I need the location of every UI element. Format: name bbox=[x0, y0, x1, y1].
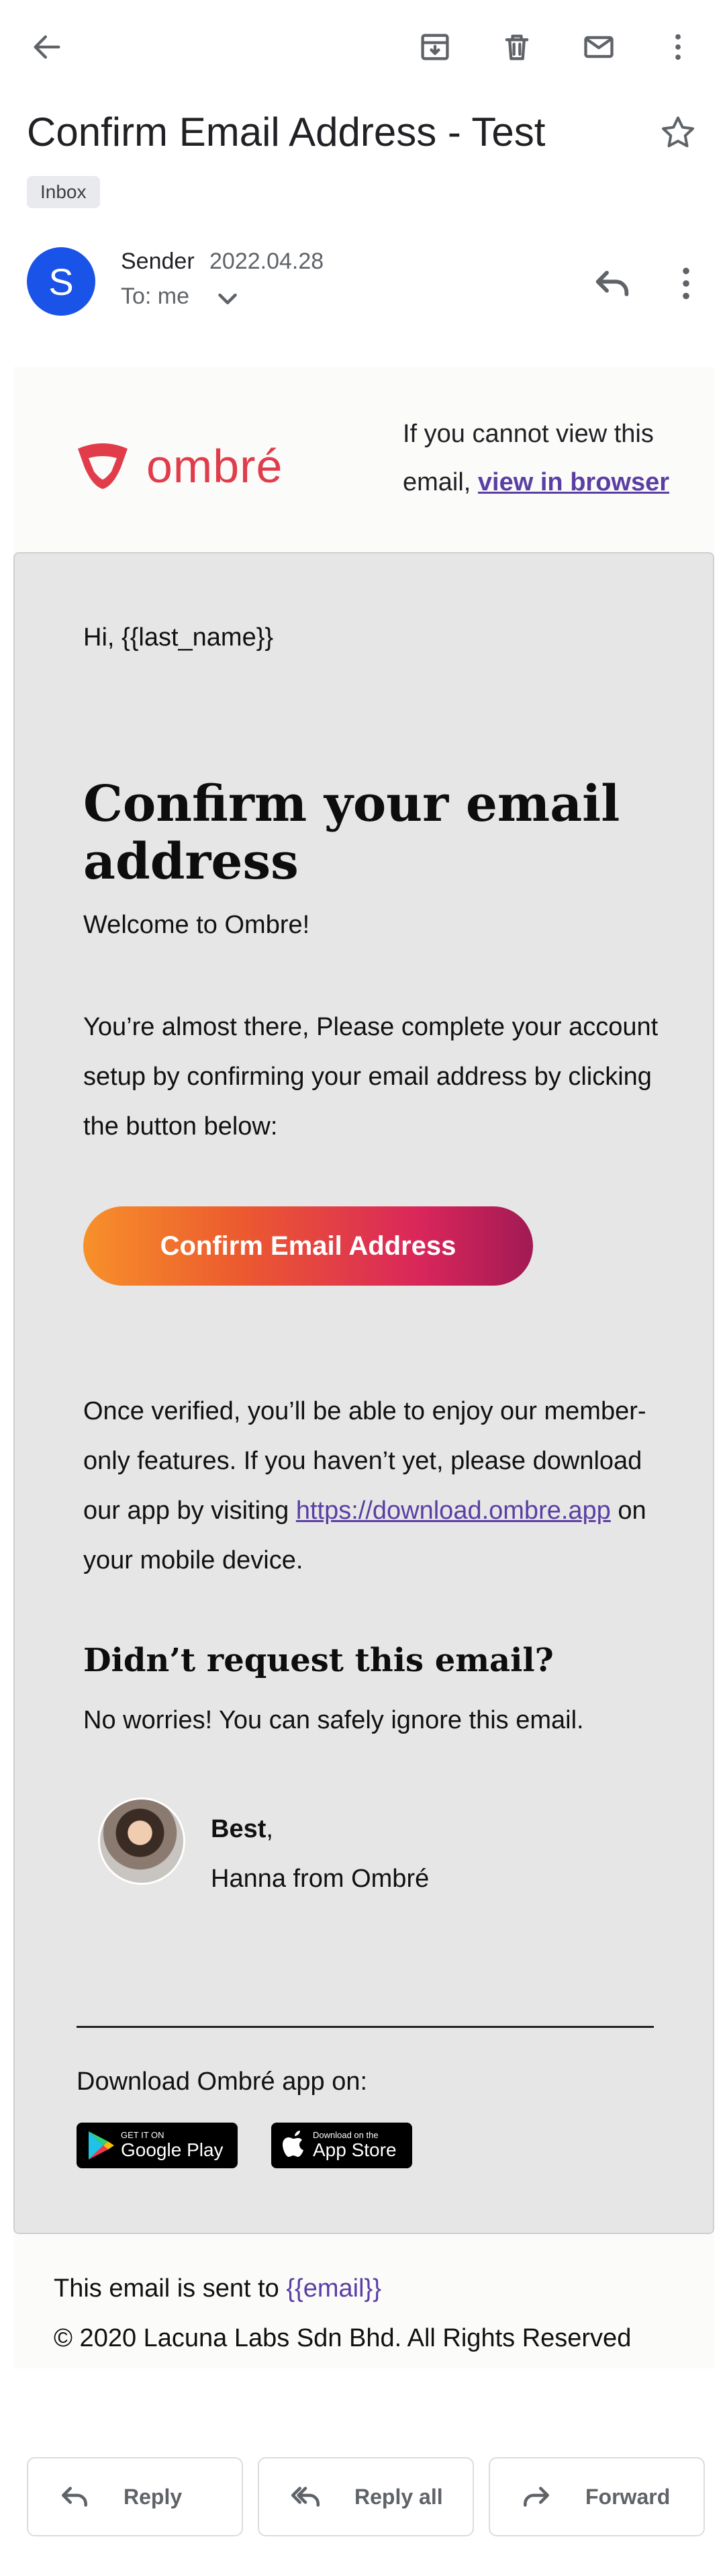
email-body: ombré If you cannot view this email, vie… bbox=[13, 367, 714, 2368]
apple-icon bbox=[283, 2131, 303, 2157]
more-vert-icon[interactable] bbox=[652, 21, 704, 73]
sender-avatar[interactable]: S bbox=[27, 247, 95, 316]
more-vert-icon[interactable] bbox=[665, 262, 708, 305]
trash-icon[interactable] bbox=[491, 21, 542, 73]
google-play-icon bbox=[89, 2131, 114, 2160]
reply-all-label: Reply all bbox=[354, 2484, 443, 2509]
star-icon[interactable] bbox=[658, 113, 698, 153]
welcome-text: Welcome to Ombre! bbox=[83, 911, 310, 939]
reply-button[interactable]: Reply bbox=[27, 2457, 243, 2536]
signature-avatar bbox=[98, 1797, 185, 1885]
reply-all-icon bbox=[291, 2487, 320, 2507]
forward-icon bbox=[524, 2487, 549, 2507]
sign-comma: , bbox=[266, 1815, 273, 1843]
reply-label: Reply bbox=[124, 2484, 183, 2509]
reply-icon[interactable] bbox=[591, 262, 634, 305]
google-play-big: Google Play bbox=[121, 2139, 224, 2160]
divider bbox=[77, 2026, 654, 2028]
sender-name: Sender bbox=[121, 249, 195, 274]
subject: Confirm Email Address - Test bbox=[27, 109, 546, 154]
verified-paragraph: Once verified, you’ll be able to enjoy o… bbox=[83, 1386, 661, 1585]
view-in-browser-link[interactable]: view in browser bbox=[478, 468, 669, 496]
google-play-small: GET IT ON bbox=[121, 2130, 164, 2140]
signature-best: Best, bbox=[211, 1815, 273, 1844]
sent-to-prefix: This email is sent to bbox=[54, 2274, 287, 2303]
ombre-logo: ombré bbox=[72, 427, 307, 508]
confirm-email-button[interactable]: Confirm Email Address bbox=[83, 1206, 533, 1286]
sender-row: S Sender 2022.04.28 To: me bbox=[27, 245, 705, 318]
app-store-badge[interactable]: Download on the App Store bbox=[271, 2123, 412, 2168]
heading: Confirm your email address bbox=[83, 775, 620, 891]
sent-to-text: This email is sent to {{email}} bbox=[54, 2274, 381, 2303]
greeting: Hi, {{last_name}} bbox=[83, 623, 274, 652]
mail-icon[interactable] bbox=[573, 21, 624, 73]
app-store-small: Download on the bbox=[313, 2130, 379, 2140]
intro-paragraph: You’re almost there, Please complete you… bbox=[83, 1013, 659, 1141]
email-card: Hi, {{last_name}} Confirm your email add… bbox=[13, 552, 714, 2234]
reply-all-button[interactable]: Reply all bbox=[258, 2457, 474, 2536]
download-app-text: Download Ombré app on: bbox=[77, 2068, 368, 2096]
ombre-logo-icon bbox=[78, 443, 128, 489]
arrow-left-icon[interactable] bbox=[21, 21, 72, 73]
copyright: © 2020 Lacuna Labs Sdn Bhd. All Rights R… bbox=[54, 2324, 632, 2352]
not-requested-heading: Didn’t request this email? bbox=[83, 1642, 554, 1679]
subject-row: Confirm Email Address - Test bbox=[27, 109, 698, 155]
archive-icon[interactable] bbox=[409, 21, 461, 73]
sign-best: Best bbox=[211, 1815, 267, 1843]
signature-name: Hanna from Ombré bbox=[211, 1865, 430, 1893]
google-play-badge[interactable]: GET IT ON Google Play bbox=[77, 2123, 238, 2168]
forward-button[interactable]: Forward bbox=[489, 2457, 705, 2536]
inbox-label[interactable]: Inbox bbox=[27, 176, 100, 208]
app-bar bbox=[0, 0, 725, 94]
forward-label: Forward bbox=[585, 2484, 671, 2509]
view-in-browser-text: If you cannot view this email, view in b… bbox=[403, 410, 698, 506]
sent-to-var: {{email}} bbox=[286, 2274, 381, 2303]
message-actions: Reply Reply all Forward bbox=[27, 2457, 712, 2538]
app-store-big: App Store bbox=[313, 2139, 397, 2160]
recipient-text: To: me bbox=[121, 283, 190, 309]
message-date: 2022.04.28 bbox=[209, 249, 324, 274]
reply-icon bbox=[62, 2487, 87, 2507]
chevron-down-icon[interactable] bbox=[212, 283, 243, 314]
download-link[interactable]: https://download.ombre.app bbox=[296, 1497, 611, 1525]
not-requested-text: No worries! You can safely ignore this e… bbox=[83, 1706, 584, 1734]
brand-name: ombré bbox=[146, 440, 283, 492]
